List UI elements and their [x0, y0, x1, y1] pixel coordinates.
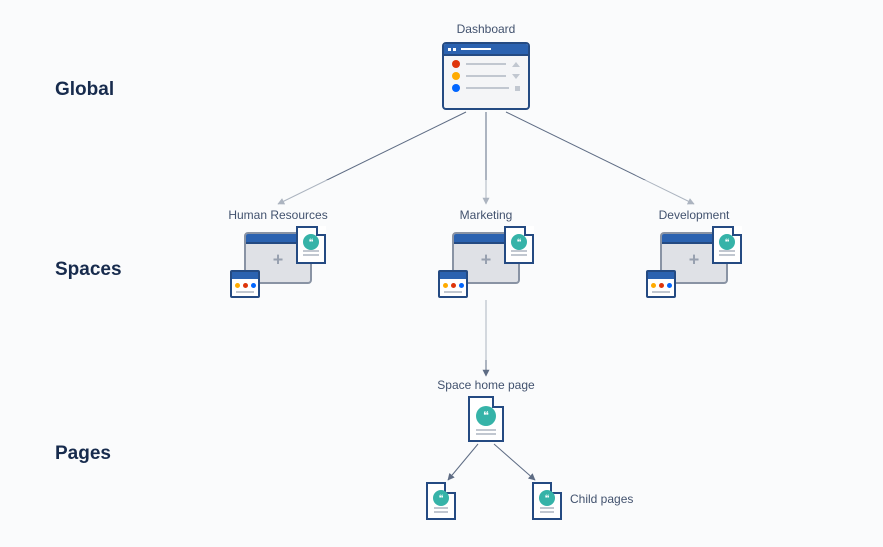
dashboard-icon [442, 42, 530, 110]
node-label-marketing: Marketing [416, 208, 556, 222]
label-pages: Pages [55, 443, 111, 465]
label-global: Global [55, 79, 114, 101]
space-icon-hr: + ❝ [230, 226, 326, 298]
band-spaces: Spaces Human Resources Marketing Develop… [0, 180, 883, 360]
node-label-space-home: Space home page [416, 378, 556, 392]
node-label-hr: Human Resources [208, 208, 348, 222]
hierarchy-diagram: Global Dashboard Spaces Human Resources … [0, 0, 883, 547]
page-icon-child-2: ❝ [532, 482, 562, 520]
page-icon-child-1: ❝ [426, 482, 456, 520]
band-pages: Pages Space home page ❝ ❝ ❝ Child pages [0, 360, 883, 547]
space-icon-marketing: + ❝ [438, 226, 534, 298]
label-spaces: Spaces [55, 259, 122, 281]
page-icon-home: ❝ [468, 396, 504, 442]
band-global: Global Dashboard [0, 0, 883, 180]
node-label-child-pages: Child pages [570, 492, 633, 506]
space-icon-development: + ❝ [646, 226, 742, 298]
node-label-dashboard: Dashboard [416, 22, 556, 36]
node-label-development: Development [624, 208, 764, 222]
